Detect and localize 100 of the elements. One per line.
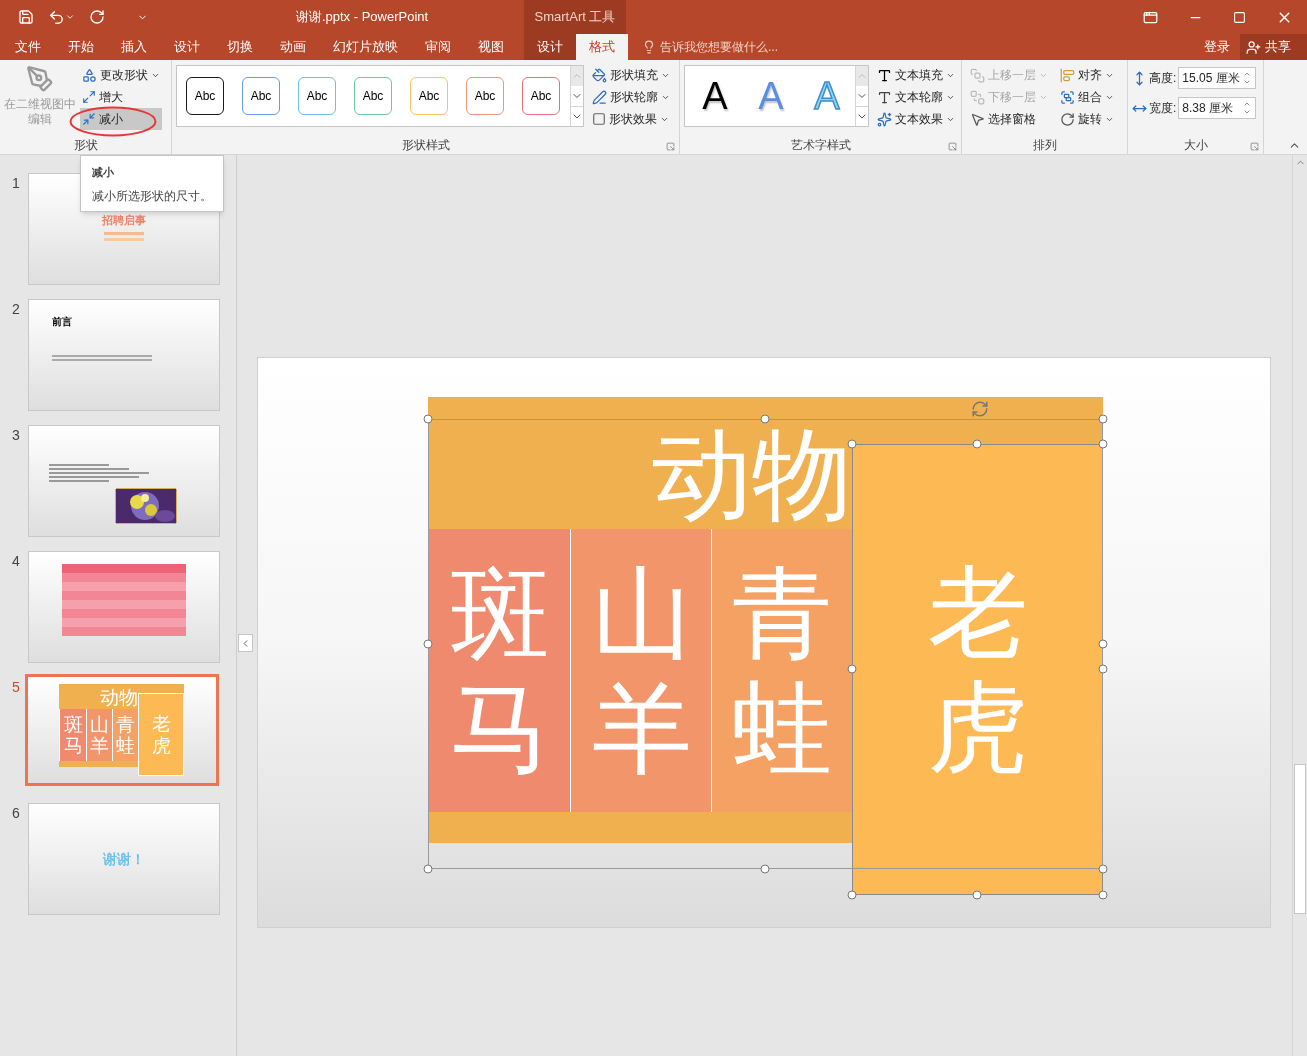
ribbon-command[interactable]: 旋转 xyxy=(1058,108,1124,130)
redo-icon[interactable] xyxy=(89,9,105,25)
ribbon-command[interactable]: 形状效果 xyxy=(590,108,672,130)
group-label: 大小 xyxy=(1183,137,1208,154)
save-icon[interactable] xyxy=(18,9,34,25)
resize-handle[interactable] xyxy=(760,864,770,874)
resize-handle[interactable] xyxy=(1098,890,1108,900)
dialog-launcher-icon[interactable] xyxy=(948,142,957,151)
ribbon-tab[interactable]: 动画 xyxy=(267,34,319,60)
slide-number: 5 xyxy=(11,678,21,697)
text-effect-icon xyxy=(877,111,892,127)
shape-style-preset[interactable]: Abc xyxy=(410,77,448,115)
ribbon-command[interactable]: 文本填充 xyxy=(875,64,957,86)
ribbon-command[interactable]: 选择窗格 xyxy=(968,108,1058,130)
resize-handle[interactable] xyxy=(847,890,857,900)
context-tools-label: SmartArt 工具 xyxy=(534,8,616,27)
resize-handle[interactable] xyxy=(972,439,982,449)
spin-down-icon[interactable] xyxy=(1243,108,1252,116)
ribbon-command[interactable]: 形状填充 xyxy=(590,64,672,86)
resize-handle[interactable] xyxy=(1098,639,1108,649)
ribbon-tab[interactable]: 切换 xyxy=(214,34,266,60)
ribbon-command[interactable]: 形状轮廓 xyxy=(590,86,672,108)
tell-me-field[interactable]: 告诉我您想要做什么... xyxy=(660,38,840,56)
maximize-icon[interactable] xyxy=(1233,10,1246,24)
resize-handle[interactable] xyxy=(423,639,433,649)
item-label: 青蛙 xyxy=(116,713,135,757)
resize-handle[interactable] xyxy=(423,414,433,424)
resize-handle[interactable] xyxy=(847,439,857,449)
spin-down-icon[interactable] xyxy=(1243,78,1252,86)
resize-handle[interactable] xyxy=(847,664,857,674)
share-button[interactable]: 共享 xyxy=(1240,34,1307,60)
size-field[interactable]: 15.05 厘米 xyxy=(1178,67,1257,89)
shape-style-preset[interactable]: Abc xyxy=(186,77,224,115)
ribbon-tab[interactable]: 审阅 xyxy=(412,34,464,60)
heading-text: 动物 xyxy=(652,424,852,524)
shrink-icon xyxy=(82,112,96,126)
ribbon-command[interactable]: 组合 xyxy=(1058,86,1124,108)
person-plus-icon xyxy=(1246,39,1261,55)
spin-up-icon[interactable] xyxy=(1243,100,1252,108)
ribbon-display-options-icon[interactable] xyxy=(1143,9,1158,25)
text-outline-icon xyxy=(877,89,892,105)
ribbon-tab[interactable]: 文件 xyxy=(2,34,54,60)
resize-handle[interactable] xyxy=(760,414,770,424)
resize-handle[interactable] xyxy=(423,864,433,874)
undo-icon[interactable] xyxy=(48,8,65,26)
ribbon-command[interactable]: 文本轮廓 xyxy=(875,86,957,108)
item-label: 老虎 xyxy=(151,713,171,756)
spin-up-icon[interactable] xyxy=(1243,70,1252,78)
shape-style-preset[interactable]: Abc xyxy=(242,77,280,115)
rotate-icon xyxy=(1060,111,1075,127)
heading-text: 动物 xyxy=(99,689,138,708)
text-lines-drawing xyxy=(104,231,144,235)
shape-style-preset[interactable]: Abc xyxy=(522,77,560,115)
item-label: 山羊 xyxy=(591,555,692,786)
fill-bucket-icon xyxy=(592,67,607,83)
ribbon-tab[interactable]: 开始 xyxy=(55,34,107,60)
ribbon-tab[interactable]: 幻灯片放映 xyxy=(320,34,411,60)
slide-title: 谢谢！ xyxy=(103,849,145,869)
selection-pane-icon xyxy=(970,111,985,127)
ribbon-command[interactable]: 增大 xyxy=(80,86,162,108)
sign-in-link[interactable]: 登录 xyxy=(1194,34,1240,60)
slide-thumbnail[interactable] xyxy=(28,551,220,663)
slide-number: 6 xyxy=(11,804,21,823)
field-label: 宽度: xyxy=(1149,100,1177,117)
ribbon-tab[interactable]: 设计 xyxy=(524,34,576,60)
shape-style-preset[interactable]: Abc xyxy=(298,77,336,115)
ribbon-command[interactable]: 文本效果 xyxy=(875,108,957,130)
dialog-launcher-icon[interactable] xyxy=(666,142,675,151)
slide-number: 1 xyxy=(11,174,21,193)
item-label: 山羊 xyxy=(90,713,109,757)
group-icon xyxy=(1060,89,1075,105)
resize-handle[interactable] xyxy=(1098,664,1108,674)
slide-thumbnail[interactable]: 前言 xyxy=(28,299,220,411)
ribbon-command[interactable]: 对齐 xyxy=(1058,64,1124,86)
scrollbar-thumb[interactable] xyxy=(1294,764,1306,914)
ribbon-tab[interactable]: 插入 xyxy=(108,34,160,60)
item-label: 斑马 xyxy=(63,713,83,757)
ribbon-tab[interactable]: 格式 xyxy=(576,34,628,60)
tooltip-text: 减小所选形状的尺寸。 xyxy=(92,187,213,205)
wordart-style-preset[interactable]: A xyxy=(700,77,730,115)
shape-style-preset[interactable]: Abc xyxy=(354,77,392,115)
size-field[interactable]: 8.38 厘米 xyxy=(1178,97,1257,119)
resize-handle[interactable] xyxy=(1098,414,1108,424)
slide-thumbnail[interactable] xyxy=(28,425,220,537)
group-label: 艺术字样式 xyxy=(790,137,851,154)
resize-handle[interactable] xyxy=(1098,439,1108,449)
dropdown-caret-icon[interactable] xyxy=(65,12,75,22)
ribbon-tab[interactable]: 设计 xyxy=(161,34,213,60)
shape-style-preset[interactable]: Abc xyxy=(466,77,504,115)
pen-icon xyxy=(592,89,607,105)
ribbon-command[interactable]: 更改形状 xyxy=(80,64,162,86)
shape-effect-icon xyxy=(592,112,606,126)
ribbon-command[interactable]: 减小 xyxy=(80,108,162,130)
ribbon-tab[interactable]: 视图 xyxy=(465,34,517,60)
dialog-launcher-icon[interactable] xyxy=(1250,142,1259,151)
resize-handle[interactable] xyxy=(1098,864,1108,874)
text-lines-drawing xyxy=(104,237,144,241)
resize-handle[interactable] xyxy=(972,890,982,900)
rotate-handle-icon[interactable] xyxy=(971,400,989,418)
send-backward-icon xyxy=(970,89,985,105)
